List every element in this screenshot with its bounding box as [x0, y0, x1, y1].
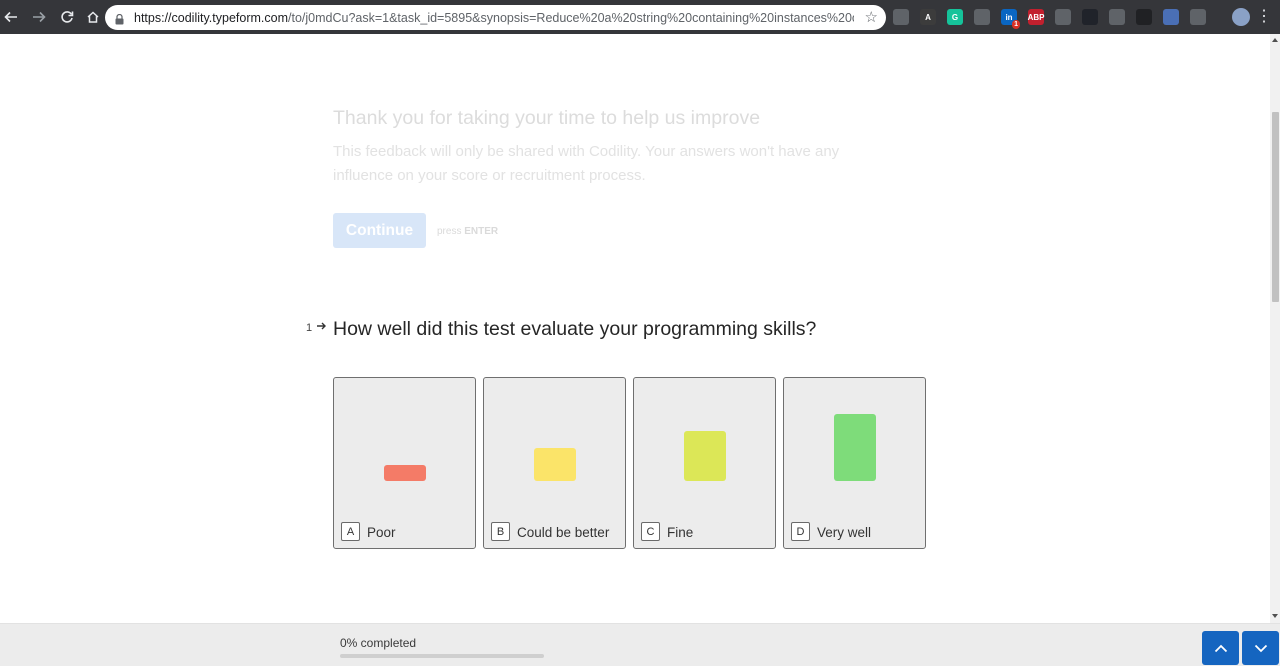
pin-extension-icon[interactable]: [974, 9, 990, 25]
chat-extension-icon[interactable]: [1109, 9, 1125, 25]
question-number: 1: [306, 322, 313, 334]
extensions-bar: A Gin 1 ABP: [893, 7, 1217, 29]
progress-footer: 0% completed: [0, 623, 1280, 666]
option-label: Very well: [817, 525, 872, 540]
welcome-title: Thank you for taking your time to help u…: [333, 107, 761, 129]
option-key: D: [791, 522, 810, 541]
address-bar[interactable]: https://codility.typeform.com/to/j0mdCu?…: [105, 5, 886, 30]
scroll-down-arrow-icon[interactable]: [1272, 614, 1278, 618]
rating-bar-icon: [683, 431, 726, 481]
forward-arrow-icon[interactable]: [28, 6, 50, 28]
font-extension-icon[interactable]: A: [920, 9, 936, 25]
hat-extension-icon[interactable]: [1136, 9, 1152, 25]
option-key: B: [491, 522, 510, 541]
hint-press: press: [437, 226, 462, 237]
browser-menu-icon[interactable]: ⋮: [1256, 8, 1272, 26]
lock-icon: [115, 12, 124, 25]
browser-toolbar: https://codility.typeform.com/to/j0mdCu?…: [0, 0, 1280, 34]
question-title: How well did this test evaluate your pro…: [333, 318, 817, 340]
home-icon[interactable]: [82, 6, 104, 28]
welcome-description: This feedback will only be shared with C…: [333, 143, 840, 184]
option-c[interactable]: C Fine: [633, 377, 776, 549]
option-b[interactable]: B Could be better: [483, 377, 626, 549]
option-label: Fine: [667, 525, 694, 540]
profile-avatar[interactable]: [1232, 8, 1250, 26]
rating-bar-icon: [383, 465, 426, 481]
option-label: Poor: [367, 525, 396, 540]
rating-bar-icon: [533, 448, 576, 481]
typeform-page: Thank you for taking your time to help u…: [0, 34, 1270, 623]
answer-options: A Poor B Could be better C Fine D Very well: [333, 377, 926, 549]
bookmark-star-icon[interactable]: ☆: [865, 8, 878, 26]
next-question-button[interactable]: [1242, 631, 1279, 665]
option-a[interactable]: A Poor: [333, 377, 476, 549]
bulb-extension-icon[interactable]: [893, 9, 909, 25]
chevron-down-icon: [1254, 644, 1267, 652]
people-extension-icon[interactable]: [1163, 9, 1179, 25]
url-path: /to/j0mdCu?ask=1&task_id=5895&synopsis=R…: [288, 10, 854, 25]
url-host: https://codility.typeform.com: [134, 10, 288, 25]
window-extension-icon[interactable]: [1190, 9, 1206, 25]
linkedin-badge: 1: [1012, 20, 1020, 29]
previous-question-button[interactable]: [1202, 631, 1239, 665]
hint-key: ENTER: [464, 226, 499, 237]
press-enter-hint: press ENTER: [437, 226, 498, 237]
linkedin-extension-icon[interactable]: in 1: [1001, 9, 1020, 29]
option-key: C: [641, 522, 660, 541]
react-extension-icon[interactable]: [1082, 9, 1098, 25]
rating-bar-icon: [833, 414, 876, 481]
option-key: A: [341, 522, 360, 541]
scrollbar-thumb[interactable]: [1272, 112, 1279, 302]
arrow-right-icon: [316, 319, 327, 331]
reload-icon[interactable]: [56, 6, 78, 28]
chevron-up-icon: [1214, 644, 1227, 652]
progress-text: 0% completed: [340, 636, 417, 650]
download-extension-icon[interactable]: [1055, 9, 1071, 25]
adblock-extension-icon[interactable]: ABP: [1028, 9, 1044, 25]
option-label: Could be better: [517, 525, 610, 540]
option-d[interactable]: D Very well: [783, 377, 926, 549]
scroll-up-arrow-icon[interactable]: [1272, 38, 1278, 42]
url-text: https://codility.typeform.com/to/j0mdCu?…: [134, 11, 854, 25]
grammarly-extension-icon[interactable]: G: [947, 9, 963, 25]
continue-button[interactable]: Continue: [333, 213, 426, 248]
back-arrow-icon[interactable]: [0, 6, 22, 28]
progress-bar: [340, 654, 544, 658]
